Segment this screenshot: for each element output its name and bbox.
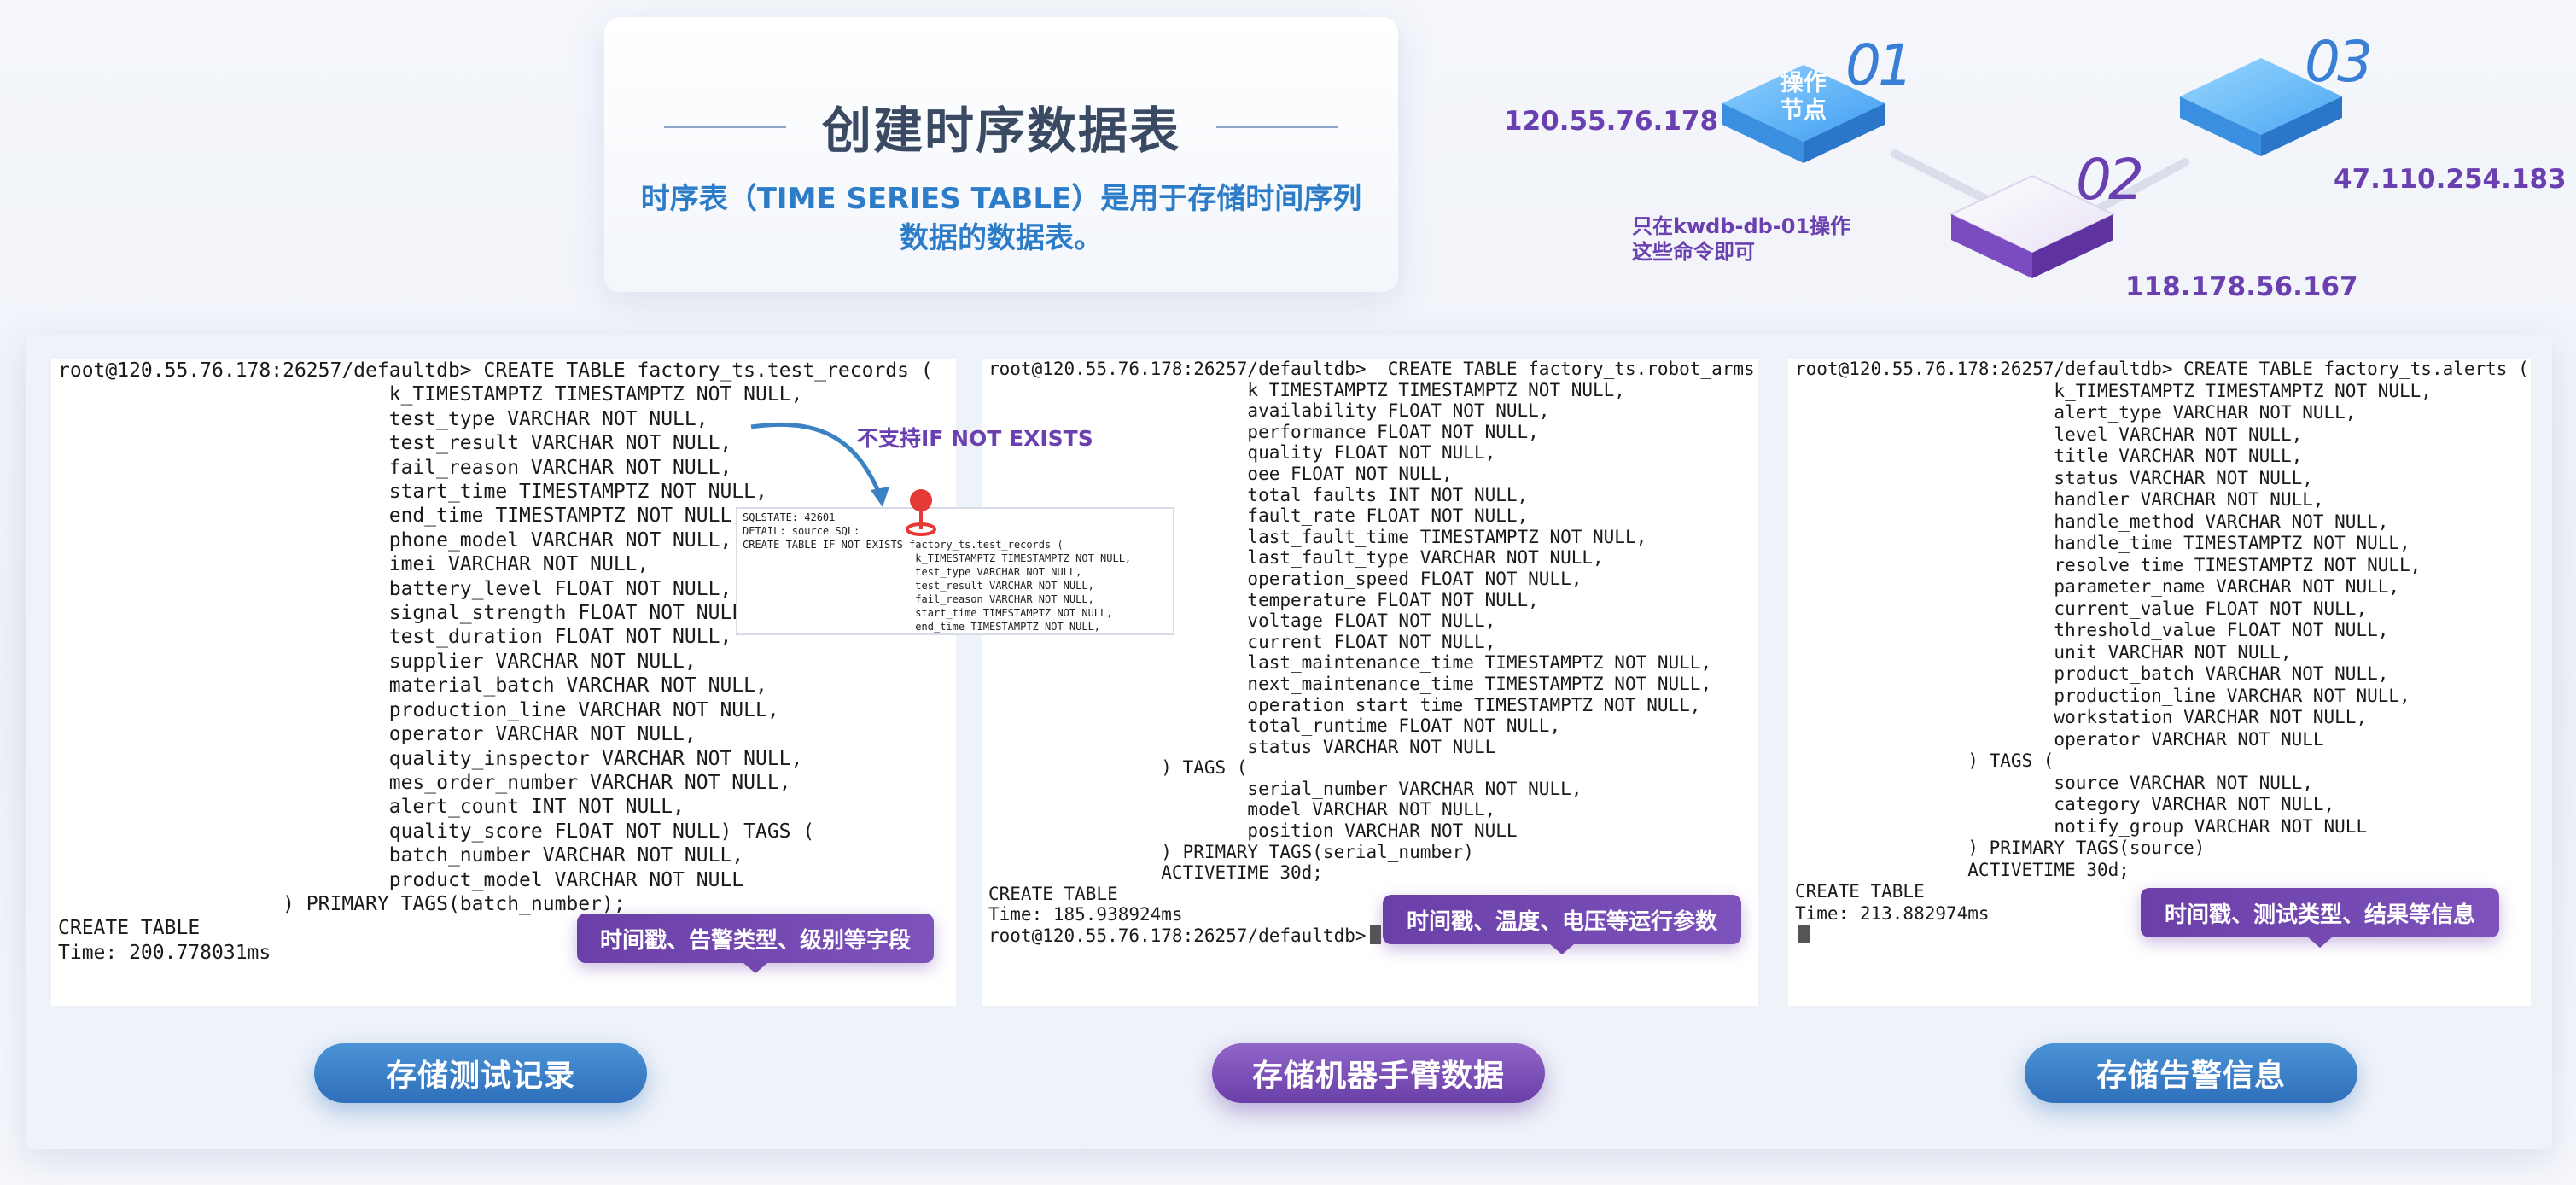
error-line: start_time TIMESTAMPTZ NOT NULL, [743, 607, 1113, 619]
store-alerts-button[interactable]: 存储告警信息 [2025, 1043, 2357, 1103]
error-line: test_result VARCHAR NOT NULL, [743, 580, 1094, 592]
terminal-line: k_TIMESTAMPTZ TIMESTAMPTZ NOT NULL, [988, 379, 1625, 400]
callout-second: 时间戳、温度、电压等运行参数 [1383, 895, 1741, 954]
node-03-ip: 47.110.254.183 [2334, 164, 2567, 195]
terminal-line: quality_score FLOAT NOT NULL) TAGS ( [58, 820, 815, 843]
terminal-line: resolve_time TIMESTAMPTZ NOT NULL, [1795, 554, 2422, 575]
terminal-line: performance FLOAT NOT NULL, [988, 421, 1539, 442]
operation-note-line1: 只在kwdb-db-01操作 [1632, 214, 1851, 238]
store-robot-arms-button[interactable]: 存储机器手臂数据 [1212, 1043, 1545, 1103]
terminal-line: status VARCHAR NOT NULL, [1795, 467, 2313, 488]
terminal-line: level VARCHAR NOT NULL, [1795, 423, 2303, 445]
terminal-line: current_value FLOAT NOT NULL, [1795, 598, 2368, 619]
terminal-line: operator VARCHAR NOT NULL, [58, 723, 696, 746]
terminal-line: ACTIVETIME 30d; [1795, 859, 2130, 880]
terminal-line: status VARCHAR NOT NULL [988, 736, 1496, 757]
terminal-line: production_line VARCHAR NOT NULL, [1795, 685, 2410, 706]
terminal-line: mes_order_number VARCHAR NOT NULL, [58, 771, 791, 794]
terminal-line: k_TIMESTAMPTZ TIMESTAMPTZ NOT NULL, [58, 383, 803, 406]
terminal-line: alert_count INT NOT NULL, [58, 796, 685, 819]
node-01-number: 01 [1845, 32, 1914, 98]
page-subtitle: 时序表（TIME SERIES TABLE）是用于存储时间序列数据的数据表。 [640, 182, 1362, 255]
node-01-ip: 120.55.76.178 [1504, 106, 1719, 137]
terminal-line: category VARCHAR NOT NULL, [1795, 794, 2335, 814]
node-01-label-line2: 节点 [1780, 97, 1827, 124]
error-line: end_time TIMESTAMPTZ NOT NULL, [743, 621, 1101, 633]
error-line: fail_reason VARCHAR NOT NULL, [743, 593, 1094, 605]
terminal-line: ) TAGS ( [988, 757, 1248, 779]
terminal-line: handler VARCHAR NOT NULL, [1795, 489, 2324, 510]
terminal-line: handle_method VARCHAR NOT NULL, [1795, 511, 2389, 532]
store-test-records-button[interactable]: 存储测试记录 [314, 1043, 647, 1103]
terminal-line: operation_start_time TIMESTAMPTZ NOT NUL… [988, 694, 1701, 715]
terminal-line: alert_type VARCHAR NOT NULL, [1795, 402, 2357, 423]
terminal-line: workstation VARCHAR NOT NULL, [1795, 707, 2368, 727]
terminal-line: threshold_value FLOAT NOT NULL, [1795, 620, 2389, 640]
page-title: 创建时序数据表 [822, 102, 1181, 160]
terminal-line: title VARCHAR NOT NULL, [1795, 446, 2303, 466]
error-line: test_type VARCHAR NOT NULL, [743, 566, 1082, 578]
terminal-line: production_line VARCHAR NOT NULL, [58, 698, 779, 721]
node-01-label-line1: 操作 [1780, 70, 1827, 96]
terminal-line: notify_group VARCHAR NOT NULL [1795, 815, 2368, 837]
title-divider-left [664, 125, 786, 128]
error-line: CREATE TABLE IF NOT EXISTS factory_ts.te… [743, 539, 1064, 551]
terminal-line: handle_time TIMESTAMPTZ NOT NULL, [1795, 533, 2410, 553]
node-01-label: 操作 节点 [1761, 70, 1846, 125]
location-pin-icon [906, 489, 936, 536]
title-divider-right [1216, 125, 1339, 128]
title-row: 创建时序数据表 [664, 85, 1339, 167]
terminal-line: root@120.55.76.178:26257/defaultdb> CREA… [1795, 359, 2529, 379]
terminal-line: source VARCHAR NOT NULL, [1795, 772, 2313, 793]
terminal-line: total_faults INT NOT NULL, [988, 484, 1529, 505]
terminal-line: last_maintenance_time TIMESTAMPTZ NOT NU… [988, 652, 1712, 674]
terminal-line: product_model VARCHAR NOT NULL [58, 868, 744, 891]
terminal-line: position VARCHAR NOT NULL [988, 820, 1518, 842]
terminal-line: parameter_name VARCHAR NOT NULL, [1795, 576, 2400, 597]
operation-note: 只在kwdb-db-01操作 这些命令即可 [1632, 213, 1850, 265]
terminal-line: ACTIVETIME 30d; [988, 862, 1323, 884]
terminal-line: availability FLOAT NOT NULL, [988, 400, 1550, 422]
terminal-line: root@120.55.76.178:26257/defaultdb> CREA… [58, 359, 933, 382]
callout-first: 时间戳、告警类型、级别等字段 [577, 914, 934, 973]
terminal-line: serial_number VARCHAR NOT NULL, [988, 778, 1582, 799]
node-03-number: 03 [2305, 29, 2373, 95]
terminal-line: ) TAGS ( [1795, 750, 2054, 771]
callout-third: 时间戳、测试类型、结果等信息 [2141, 888, 2499, 948]
terminal-line: quality_inspector VARCHAR NOT NULL, [58, 747, 803, 770]
node-02-ip: 118.178.56.167 [2125, 271, 2358, 302]
operation-note-line2: 这些命令即可 [1632, 240, 1755, 264]
terminal-cursor [1369, 925, 1381, 945]
error-note: 不支持IF NOT EXISTS [857, 426, 1093, 451]
terminal-line: unit VARCHAR NOT NULL, [1795, 641, 2292, 663]
terminal-line: total_runtime FLOAT NOT NULL, [988, 715, 1561, 737]
title-card: 创建时序数据表 时序表（TIME SERIES TABLE）是用于存储时间序列数… [604, 17, 1398, 292]
terminal-line: material_batch VARCHAR NOT NULL, [58, 674, 767, 698]
terminal-line: quality FLOAT NOT NULL, [988, 442, 1496, 464]
terminal-line: ) PRIMARY TAGS(serial_number) [988, 841, 1474, 862]
terminal-line: operator VARCHAR NOT NULL [1795, 728, 2324, 750]
terminal-line: root@120.55.76.178:26257/defaultdb> CREA… [988, 359, 1758, 379]
terminal-line: supplier VARCHAR NOT NULL, [58, 650, 696, 673]
terminal-prompt: root@120.55.76.178:26257/defaultdb> [988, 925, 1367, 947]
terminal-line: batch_number VARCHAR NOT NULL, [58, 844, 744, 867]
node-02-number: 02 [2076, 147, 2144, 213]
terminal-line: oee FLOAT NOT NULL, [988, 463, 1453, 484]
terminal-line: k_TIMESTAMPTZ TIMESTAMPTZ NOT NULL, [1795, 380, 2432, 401]
terminal-line: product_batch VARCHAR NOT NULL, [1795, 663, 2389, 684]
terminal-line: ) PRIMARY TAGS(source) [1795, 838, 2206, 858]
terminal-cursor [1798, 925, 1810, 943]
terminal-line: next_maintenance_time TIMESTAMPTZ NOT NU… [988, 673, 1712, 694]
error-line: k_TIMESTAMPTZ TIMESTAMPTZ NOT NULL, [743, 552, 1132, 564]
terminal-line: model VARCHAR NOT NULL, [988, 799, 1496, 820]
